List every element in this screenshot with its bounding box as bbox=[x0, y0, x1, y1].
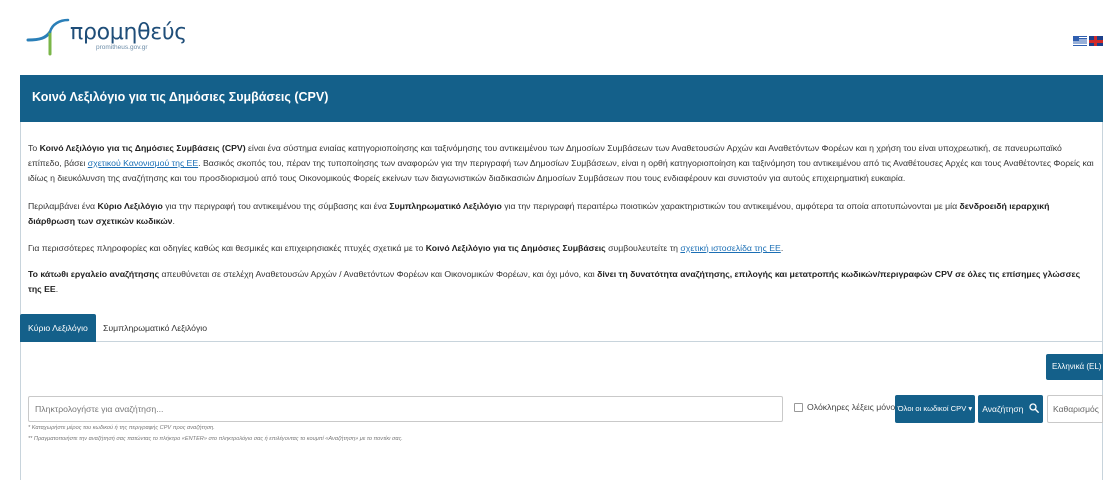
text-span: απευθύνεται σε στελέχη Αναθετουσών Αρχών… bbox=[159, 269, 598, 279]
text-span: Το bbox=[28, 143, 40, 153]
greek-flag-icon[interactable] bbox=[1073, 36, 1087, 46]
language-flags bbox=[1073, 36, 1103, 46]
bold-text: Συμπληρωματικό Λεξιλόγιο bbox=[389, 201, 502, 211]
page-title: Κοινό Λεξιλόγιο για τις Δημόσιες Συμβάσε… bbox=[32, 90, 329, 104]
search-hint-2: ** Πραγματοποιήστε την αναζήτησή σας πατ… bbox=[28, 436, 403, 442]
search-button[interactable]: Αναζήτηση bbox=[978, 395, 1043, 423]
text-span: Περιλαμβάνει ένα bbox=[28, 201, 98, 211]
clear-button[interactable]: Καθαρισμός bbox=[1047, 395, 1103, 423]
bold-text: Κοινό Λεξιλόγιο για τις Δημόσιες Συμβάσε… bbox=[39, 143, 246, 153]
intro-paragraph-1: Το Κοινό Λεξιλόγιο για τις Δημόσιες Συμβ… bbox=[28, 141, 1096, 186]
intro-paragraph-4: Το κάτωθι εργαλείο αναζήτησης απευθύνετα… bbox=[28, 267, 1096, 297]
text-span: για την περιγραφή του αντικειμένου της σ… bbox=[162, 201, 390, 211]
promitheus-logo[interactable]: προμηθεύς promitheus.gov.gr bbox=[26, 14, 187, 58]
language-select-button[interactable]: Ελληνικά (EL) ▾ bbox=[1046, 354, 1103, 380]
text-span: . bbox=[55, 284, 59, 294]
search-button-label: Αναζήτηση bbox=[982, 404, 1024, 414]
text-span: . bbox=[780, 243, 784, 253]
bold-text: Κύριο Λεξιλόγιο bbox=[97, 201, 163, 211]
whole-words-option[interactable]: Ολόκληρες λέξεις μόνο bbox=[794, 402, 895, 412]
text-span: Για περισσότερες πληροφορίες και οδηγίες… bbox=[28, 243, 426, 253]
bold-text: Το κάτωθι εργαλείο αναζήτησης bbox=[28, 269, 160, 279]
logo-subtitle: promitheus.gov.gr bbox=[96, 44, 148, 51]
intro-paragraph-3: Για περισσότερες πληροφορίες και οδηγίες… bbox=[28, 241, 1096, 256]
tab-supplementary-vocabulary[interactable]: Συμπληρωματικό Λεξιλόγιο bbox=[95, 314, 215, 342]
text-span: συμβουλευτείτε τη bbox=[605, 243, 681, 253]
logo-text: προμηθεύς bbox=[70, 20, 187, 45]
site-header: προμηθεύς promitheus.gov.gr bbox=[0, 0, 1103, 72]
eu-regulation-link[interactable]: σχετικού Κανονισμού της ΕΕ bbox=[88, 158, 198, 168]
whole-words-label: Ολόκληρες λέξεις μόνο bbox=[807, 402, 896, 412]
search-hint-1: * Καταχωρήστε μέρος του κωδικού ή της πε… bbox=[28, 425, 215, 431]
search-input[interactable] bbox=[28, 396, 783, 422]
cpv-codes-filter-button[interactable]: Όλοι οι κωδικοί CPV ▾ bbox=[895, 395, 975, 423]
text-span: . bbox=[172, 216, 175, 226]
bold-text: Κοινό Λεξιλόγιο για τις Δημόσιες Συμβάσε… bbox=[425, 243, 606, 253]
tab-main-vocabulary[interactable]: Κύριο Λεξιλόγιο bbox=[20, 314, 96, 342]
vocabulary-tabs: Κύριο Λεξιλόγιο Συμπληρωματικό Λεξιλόγιο bbox=[20, 314, 1103, 342]
uk-flag-icon[interactable] bbox=[1089, 36, 1103, 46]
page-title-bar: Κοινό Λεξιλόγιο για τις Δημόσιες Συμβάσε… bbox=[20, 75, 1103, 122]
whole-words-checkbox[interactable] bbox=[794, 402, 803, 412]
text-span: για την περιγραφή περαιτέρω ποιοτικών χα… bbox=[501, 201, 960, 211]
search-icon bbox=[1029, 403, 1039, 413]
intro-paragraph-2: Περιλαμβάνει ένα Κύριο Λεξιλόγιο για την… bbox=[28, 199, 1096, 229]
logo-mark-icon bbox=[26, 18, 70, 56]
eu-webpage-link[interactable]: σχετική ιστοσελίδα της ΕΕ bbox=[680, 243, 780, 253]
